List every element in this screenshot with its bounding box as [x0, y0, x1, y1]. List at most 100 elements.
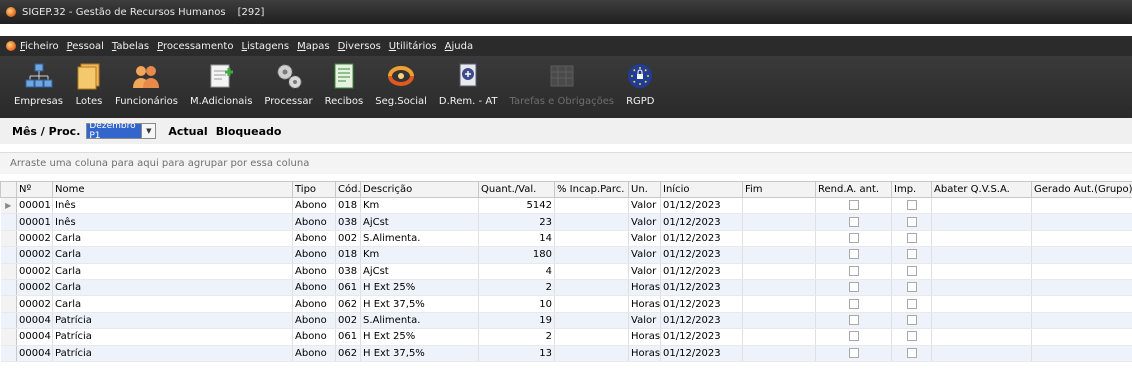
table-row[interactable]: 00002 Carla Abono 062 H Ext 37,5% 10 Horas 01/1…: [0, 295, 1132, 313]
recibos-button[interactable]: Recibos: [321, 56, 368, 116]
cell-cod[interactable]: 062: [335, 345, 361, 362]
menu-listagens[interactable]: Listagens: [241, 41, 289, 52]
rend-checkbox[interactable]: [848, 298, 859, 309]
table-row[interactable]: 00004 Patrícia Abono 061 H Ext 25% 2 Horas 01/1…: [0, 328, 1132, 346]
col-inicio[interactable]: Início: [660, 181, 743, 198]
cell-gerado[interactable]: [1031, 279, 1132, 297]
chevron-down-icon[interactable]: ▼: [142, 123, 157, 139]
system-menu-icon[interactable]: [6, 41, 16, 51]
row-selector[interactable]: [0, 213, 17, 231]
imp-checkbox[interactable]: [906, 331, 917, 342]
cell-fim[interactable]: [742, 295, 816, 313]
cell-inicio[interactable]: 01/12/2023: [660, 213, 743, 231]
cell-cod[interactable]: 002: [335, 230, 361, 248]
cell-gerado[interactable]: [1031, 295, 1132, 313]
cell-num[interactable]: 00004: [16, 345, 53, 362]
processar-button[interactable]: Processar: [260, 56, 316, 116]
imp-checkbox[interactable]: [906, 265, 917, 276]
cell-num[interactable]: 00002: [16, 263, 53, 280]
cell-tipo[interactable]: Abono: [292, 312, 336, 330]
cell-tipo[interactable]: Abono: [292, 263, 336, 280]
cell-tipo[interactable]: Abono: [292, 295, 336, 313]
imp-checkbox[interactable]: [906, 314, 917, 325]
imp-checkbox[interactable]: [906, 347, 917, 358]
cell-num[interactable]: 00002: [16, 230, 53, 248]
col-gerado[interactable]: Gerado Aut.(Grupo): [1031, 181, 1132, 198]
cell-desc[interactable]: H Ext 25%: [360, 279, 479, 297]
cell-un[interactable]: Valor: [628, 263, 661, 280]
table-row[interactable]: 00002 Carla Abono 038 AjCst 4 Valor 01/12/2023: [0, 263, 1132, 280]
cell-fim[interactable]: [742, 279, 816, 297]
rend-checkbox[interactable]: [848, 347, 859, 358]
cell-desc[interactable]: H Ext 37,5%: [360, 295, 479, 313]
col-cod[interactable]: Cód.: [335, 181, 361, 198]
cell-desc[interactable]: H Ext 37,5%: [360, 345, 479, 362]
cell-cod[interactable]: 061: [335, 279, 361, 297]
cell-abater[interactable]: [931, 197, 1032, 215]
cell-fim[interactable]: [742, 197, 816, 215]
menu-ajuda[interactable]: Ajuda: [445, 41, 473, 52]
cell-desc[interactable]: S.Alimenta.: [360, 312, 479, 330]
row-selector[interactable]: [0, 295, 17, 313]
cell-un[interactable]: Valor: [628, 312, 661, 330]
cell-nome[interactable]: Carla: [52, 263, 293, 280]
imp-checkbox[interactable]: [906, 298, 917, 309]
imp-checkbox[interactable]: [906, 232, 917, 243]
imp-checkbox[interactable]: [906, 249, 917, 260]
cell-cod[interactable]: 061: [335, 328, 361, 346]
menu-mapas[interactable]: Mapas: [297, 41, 329, 52]
table-row[interactable]: ▶ 00001 Inês Abono 018 Km 5142 Valor 01/12/2023: [0, 197, 1132, 215]
cell-incap[interactable]: [554, 246, 629, 264]
row-selector[interactable]: [0, 230, 17, 248]
cell-nome[interactable]: Inês: [52, 197, 293, 215]
table-row[interactable]: 00002 Carla Abono 061 H Ext 25% 2 Horas 01/12/2…: [0, 279, 1132, 297]
rend-checkbox[interactable]: [848, 282, 859, 293]
cell-inicio[interactable]: 01/12/2023: [660, 230, 743, 248]
cell-quant[interactable]: 180: [478, 246, 555, 264]
cell-num[interactable]: 00004: [16, 328, 53, 346]
cell-abater[interactable]: [931, 312, 1032, 330]
col-nome[interactable]: Nome: [52, 181, 293, 198]
cell-cod[interactable]: 038: [335, 263, 361, 280]
table-row[interactable]: 00001 Inês Abono 038 AjCst 23 Valor 01/12/2023: [0, 213, 1132, 231]
col-rend[interactable]: Rend.A. ant.: [815, 181, 892, 198]
row-selector[interactable]: [0, 345, 17, 362]
cell-quant[interactable]: 4: [478, 263, 555, 280]
cell-un[interactable]: Valor: [628, 230, 661, 248]
cell-num[interactable]: 00002: [16, 295, 53, 313]
cell-inicio[interactable]: 01/12/2023: [660, 246, 743, 264]
table-row[interactable]: 00004 Patrícia Abono 062 H Ext 37,5% 13 Horas 0…: [0, 345, 1132, 362]
col-quant[interactable]: Quant./Val.: [478, 181, 555, 198]
cell-desc[interactable]: Km: [360, 246, 479, 264]
cell-nome[interactable]: Carla: [52, 279, 293, 297]
lotes-button[interactable]: Lotes: [71, 56, 107, 116]
rend-checkbox[interactable]: [848, 216, 859, 227]
cell-gerado[interactable]: [1031, 230, 1132, 248]
cell-abater[interactable]: [931, 263, 1032, 280]
cell-fim[interactable]: [742, 263, 816, 280]
cell-gerado[interactable]: [1031, 197, 1132, 215]
imp-checkbox[interactable]: [906, 216, 917, 227]
menu-pessoal[interactable]: Pessoal: [67, 41, 104, 52]
col-incap[interactable]: % Incap.Parc.: [554, 181, 629, 198]
cell-num[interactable]: 00001: [16, 197, 53, 215]
cell-un[interactable]: Valor: [628, 246, 661, 264]
cell-tipo[interactable]: Abono: [292, 230, 336, 248]
menu-tabelas[interactable]: Tabelas: [112, 41, 149, 52]
table-row[interactable]: 00002 Carla Abono 002 S.Alimenta. 14 Valor 01/1…: [0, 230, 1132, 248]
cell-un[interactable]: Horas: [628, 345, 661, 362]
cell-nome[interactable]: Patrícia: [52, 328, 293, 346]
cell-incap[interactable]: [554, 213, 629, 231]
cell-un[interactable]: Horas: [628, 328, 661, 346]
cell-nome[interactable]: Patrícia: [52, 312, 293, 330]
cell-quant[interactable]: 14: [478, 230, 555, 248]
imp-checkbox[interactable]: [906, 282, 917, 293]
menu-processamento[interactable]: Processamento: [157, 41, 233, 52]
cell-incap[interactable]: [554, 328, 629, 346]
imp-checkbox[interactable]: [906, 200, 917, 211]
cell-un[interactable]: Valor: [628, 197, 661, 215]
cell-nome[interactable]: Inês: [52, 213, 293, 231]
cell-nome[interactable]: Carla: [52, 295, 293, 313]
cell-gerado[interactable]: [1031, 312, 1132, 330]
group-by-panel[interactable]: Arraste uma coluna para aqui para agrupa…: [0, 152, 1132, 174]
